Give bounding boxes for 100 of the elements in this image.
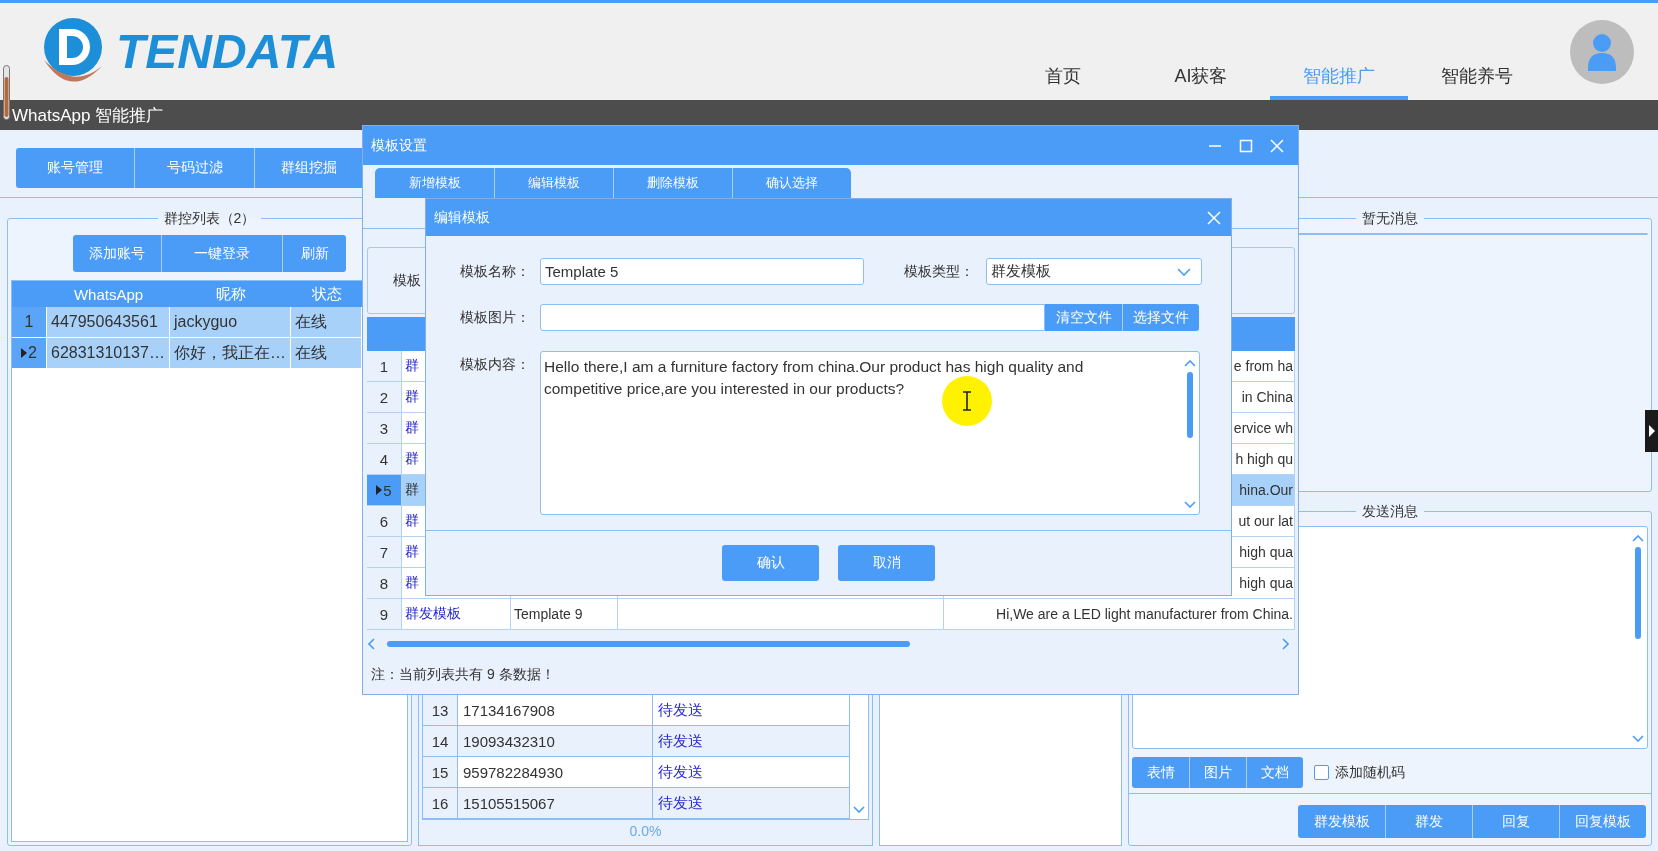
template-type: 群 <box>405 574 419 592</box>
row-number: 9 <box>379 605 389 623</box>
maximize-icon[interactable] <box>1239 138 1253 153</box>
panel-button[interactable]: 添加账号 <box>73 235 161 272</box>
status-text: 在线 <box>295 311 327 332</box>
table-row[interactable]: 2 62831310137… 你好，我正在… 在线 <box>12 338 362 369</box>
phone-number: 19093432310 <box>463 732 555 750</box>
template-content: high qua <box>1239 575 1293 591</box>
column-header: 昵称 <box>215 284 246 302</box>
footer-note: 注：当前列表共有 9 条数据！ <box>371 665 555 684</box>
field-label: 模板名称： <box>459 262 530 281</box>
row-number: 16 <box>431 794 449 812</box>
send-action-button[interactable]: 群发模板 <box>1298 805 1385 838</box>
field-label: 模板内容： <box>459 355 530 374</box>
toolbar-button[interactable]: 账号管理 <box>16 148 134 188</box>
toolbar-button[interactable]: 号码过滤 <box>134 148 254 188</box>
chevron-up-icon[interactable] <box>1632 535 1644 542</box>
chevron-down-icon <box>1177 267 1191 276</box>
template-type: 群 <box>405 419 419 437</box>
template-content: high qua <box>1239 544 1293 560</box>
status-text: 待发送 <box>658 793 703 813</box>
template-content: e from ha <box>1233 358 1293 374</box>
status-text: 待发送 <box>658 731 703 751</box>
media-button[interactable]: 文档 <box>1246 757 1303 788</box>
image-field[interactable] <box>540 304 1045 331</box>
dialog-button[interactable]: 取消 <box>838 545 935 581</box>
page-title: WhatsApp 智能推广 <box>12 104 164 127</box>
template-action-button[interactable]: 删除模板 <box>613 168 732 198</box>
status-text: 待发送 <box>658 762 703 782</box>
row-number: 6 <box>379 512 389 530</box>
filter-label: 模板 <box>393 271 421 290</box>
panel-title: 发送消息 <box>1361 502 1419 520</box>
content-field[interactable]: Hello there,I am a furniture factory from china.Our product has high quality and competitive price,are you interested in our products? <box>540 351 1200 515</box>
template-type: 群发模板 <box>405 605 461 623</box>
chevron-right-icon[interactable] <box>1282 638 1289 650</box>
template-type: 群 <box>405 512 419 530</box>
table-row[interactable]: 9 群发模板 Template 9 Hi,We are a LED light manufacturer from China. <box>367 599 1295 630</box>
template-type: 群 <box>405 357 419 375</box>
row-number: 2 <box>379 388 389 406</box>
row-number: 15 <box>431 763 449 781</box>
row-number: 13 <box>431 701 449 719</box>
phone-number: 959782284930 <box>463 763 564 781</box>
chevron-down-icon[interactable] <box>1632 735 1644 742</box>
chevron-down-icon[interactable] <box>1184 501 1196 508</box>
dialog-button[interactable]: 确认 <box>722 545 819 581</box>
phone-number: 62831310137… <box>51 344 165 362</box>
close-icon[interactable] <box>1207 210 1221 225</box>
nav-tab[interactable]: 首页 <box>994 56 1132 100</box>
row-number: 14 <box>431 732 449 750</box>
nickname: 你好，我正在… <box>174 342 286 363</box>
file-button[interactable]: 清空文件 <box>1045 304 1122 331</box>
template-action-button[interactable]: 确认选择 <box>732 168 851 198</box>
checkbox-label[interactable]: 添加随机码 <box>1335 763 1405 782</box>
name-field[interactable]: Template 5 <box>540 258 864 285</box>
template-content: in China <box>1241 389 1293 405</box>
media-button[interactable]: 表情 <box>1132 757 1189 788</box>
media-button[interactable]: 图片 <box>1189 757 1246 788</box>
panel-button[interactable]: 刷新 <box>282 235 346 272</box>
chevron-up-icon[interactable] <box>1184 360 1196 367</box>
panel-title: 暂无消息 <box>1361 209 1419 227</box>
row-number: 4 <box>379 450 389 468</box>
chevron-down-icon[interactable] <box>853 806 865 813</box>
send-action-button[interactable]: 回复模板 <box>1559 805 1646 838</box>
scrollbar-thumb[interactable] <box>1187 372 1193 438</box>
send-action-button[interactable]: 群发 <box>1385 805 1472 838</box>
phone-number: 447950643561 <box>51 313 158 331</box>
random-code-checkbox[interactable] <box>1314 765 1329 780</box>
template-action-button[interactable]: 新增模板 <box>375 168 494 198</box>
row-number: 2 <box>28 344 37 362</box>
status-text: 在线 <box>295 342 327 363</box>
nav-tab[interactable]: 智能养号 <box>1408 56 1546 100</box>
row-number: 3 <box>379 419 389 437</box>
template-name: Template 9 <box>514 606 583 622</box>
template-content: ervice wh <box>1233 420 1293 436</box>
nav-tab[interactable]: AI获客 <box>1132 56 1270 100</box>
scrollbar-thumb[interactable] <box>1635 547 1641 639</box>
scroll-thumb[interactable] <box>3 65 10 120</box>
template-action-button[interactable]: 编辑模板 <box>494 168 613 198</box>
dialog-title: 编辑模板 <box>434 208 490 227</box>
column-header: 状态 <box>311 284 342 302</box>
chevron-left-icon[interactable] <box>368 638 375 650</box>
text-cursor-icon <box>942 376 992 426</box>
template-type: 群 <box>405 481 419 499</box>
row-number: 5 <box>383 481 392 499</box>
template-content: Hi,We are a LED light manufacturer from China. <box>996 606 1293 622</box>
table-row[interactable]: 1 447950643561 jackyguo 在线 <box>12 307 362 338</box>
panel-button[interactable]: 一键登录 <box>161 235 282 272</box>
file-button[interactable]: 选择文件 <box>1122 304 1199 331</box>
nickname: jackyguo <box>174 313 238 331</box>
close-icon[interactable] <box>1270 138 1284 153</box>
avatar-icon[interactable] <box>1570 19 1634 84</box>
dialog-title: 模板设置 <box>371 136 427 155</box>
toolbar-button[interactable]: 群组挖掘 <box>254 148 362 188</box>
row-number: 1 <box>379 357 389 375</box>
field-label: 模板图片： <box>459 308 530 327</box>
status-text: 待发送 <box>658 700 703 720</box>
send-action-button[interactable]: 回复 <box>1472 805 1559 838</box>
type-select[interactable]: 群发模板 <box>986 258 1202 285</box>
row-number: 8 <box>379 574 389 592</box>
scrollbar-thumb[interactable] <box>387 641 910 647</box>
